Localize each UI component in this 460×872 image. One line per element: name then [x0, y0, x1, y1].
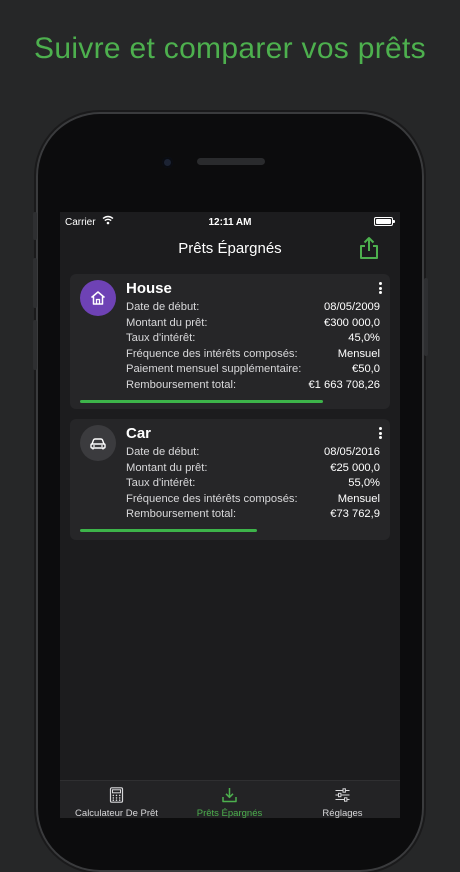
tab-saved-loans[interactable]: Prêts Épargnés — [173, 781, 286, 818]
loan-menu-button[interactable] — [378, 427, 384, 441]
sliders-icon — [335, 788, 350, 802]
detail-label: Taux d'intérêt: — [126, 332, 196, 344]
detail-value: €25 000,0 — [330, 461, 380, 474]
detail-row: Date de début: 08/05/2009 — [126, 301, 380, 317]
loan-name: Car — [126, 425, 152, 442]
detail-row: Fréquence des intérêts composés: Mensuel — [126, 493, 380, 509]
detail-row: Montant du prêt: €25 000,0 — [126, 462, 380, 478]
avatar — [80, 425, 116, 461]
detail-value: €300 000,0 — [324, 316, 380, 329]
nav-bar: Prêts Épargnés — [60, 232, 400, 268]
front-camera — [162, 157, 173, 168]
avatar — [80, 280, 116, 316]
detail-row: Taux d'intérêt: 45,0% — [126, 332, 380, 348]
more-icon — [379, 427, 382, 430]
loan-details: Date de début: 08/05/2009 Montant du prêt… — [126, 301, 380, 394]
phone-volume-up — [33, 258, 37, 308]
loan-name: House — [126, 280, 172, 297]
page-title: Prêts Épargnés — [178, 240, 282, 257]
tab-loan-calculator[interactable]: Calculateur De Prêt — [60, 781, 173, 818]
status-bar: Carrier 12:11 AM — [60, 212, 400, 232]
status-time: 12:11 AM — [208, 217, 252, 228]
detail-value: €1 663 708,26 — [308, 378, 380, 391]
detail-label: Fréquence des intérêts composés: — [126, 492, 298, 505]
detail-label: Paiement mensuel supplémentaire: — [126, 363, 302, 375]
battery-icon — [374, 217, 395, 226]
tab-label: Réglages — [322, 808, 363, 818]
loan-menu-button[interactable] — [378, 282, 384, 296]
detail-value: 08/05/2009 — [324, 301, 380, 313]
detail-row: Fréquence des intérêts composés: Mensuel — [126, 348, 380, 364]
repayment-progress-bar — [80, 529, 257, 532]
phone-volume-down — [33, 320, 37, 370]
tab-label: Calculateur De Prêt — [75, 808, 158, 818]
phone-mute-switch — [33, 212, 37, 240]
detail-label: Montant du prêt: — [126, 461, 208, 474]
loan-card-car[interactable]: Car Date de début: 08/05/2016 Montant du … — [70, 419, 390, 540]
detail-value: €50,0 — [352, 363, 380, 375]
car-icon — [90, 438, 106, 450]
detail-row: Paiement mensuel supplémentaire: €50,0 — [126, 363, 380, 379]
detail-label: Date de début: — [126, 446, 200, 458]
share-button[interactable] — [358, 236, 380, 260]
calculator-icon — [109, 787, 124, 803]
detail-row: Remboursement total: €1 663 708,26 — [126, 379, 380, 395]
detail-value: €73 762,9 — [330, 508, 380, 520]
more-icon — [379, 282, 382, 285]
detail-value: Mensuel — [337, 492, 380, 505]
detail-row: Taux d'intérêt: 55,0% — [126, 477, 380, 493]
phone-screen: Carrier 12:11 AM Prêts Épargnés House Da… — [60, 212, 400, 818]
detail-value: Mensuel — [337, 347, 380, 360]
repayment-progress-bar — [80, 400, 323, 403]
tab-settings[interactable]: Réglages — [286, 781, 399, 818]
detail-row: Remboursement total: €73 762,9 — [126, 508, 380, 524]
detail-label: Remboursement total: — [126, 378, 237, 391]
detail-value: 45,0% — [348, 332, 380, 344]
tab-bar: Calculateur De Prêt Prêts Épargnés Régla… — [60, 780, 400, 818]
detail-row: Date de début: 08/05/2016 — [126, 446, 380, 462]
loan-card-house[interactable]: House Date de début: 08/05/2009 Montant d… — [70, 274, 390, 409]
detail-label: Taux d'intérêt: — [126, 477, 196, 489]
detail-value: 08/05/2016 — [324, 446, 380, 458]
tab-label: Prêts Épargnés — [196, 808, 263, 818]
phone-power-button — [424, 278, 428, 356]
house-icon — [91, 291, 105, 305]
detail-label: Date de début: — [126, 301, 200, 313]
detail-row: Montant du prêt: €300 000,0 — [126, 317, 380, 333]
share-icon — [360, 237, 378, 259]
detail-label: Remboursement total: — [126, 508, 237, 520]
detail-value: 55,0% — [348, 477, 380, 489]
loan-details: Date de début: 08/05/2016 Montant du prêt… — [126, 446, 380, 524]
detail-label: Montant du prêt: — [126, 316, 208, 329]
detail-label: Fréquence des intérêts composés: — [126, 347, 298, 360]
headline: Suivre et comparer vos prêts — [34, 32, 426, 65]
earpiece-speaker — [197, 158, 265, 165]
download-icon — [222, 788, 237, 803]
